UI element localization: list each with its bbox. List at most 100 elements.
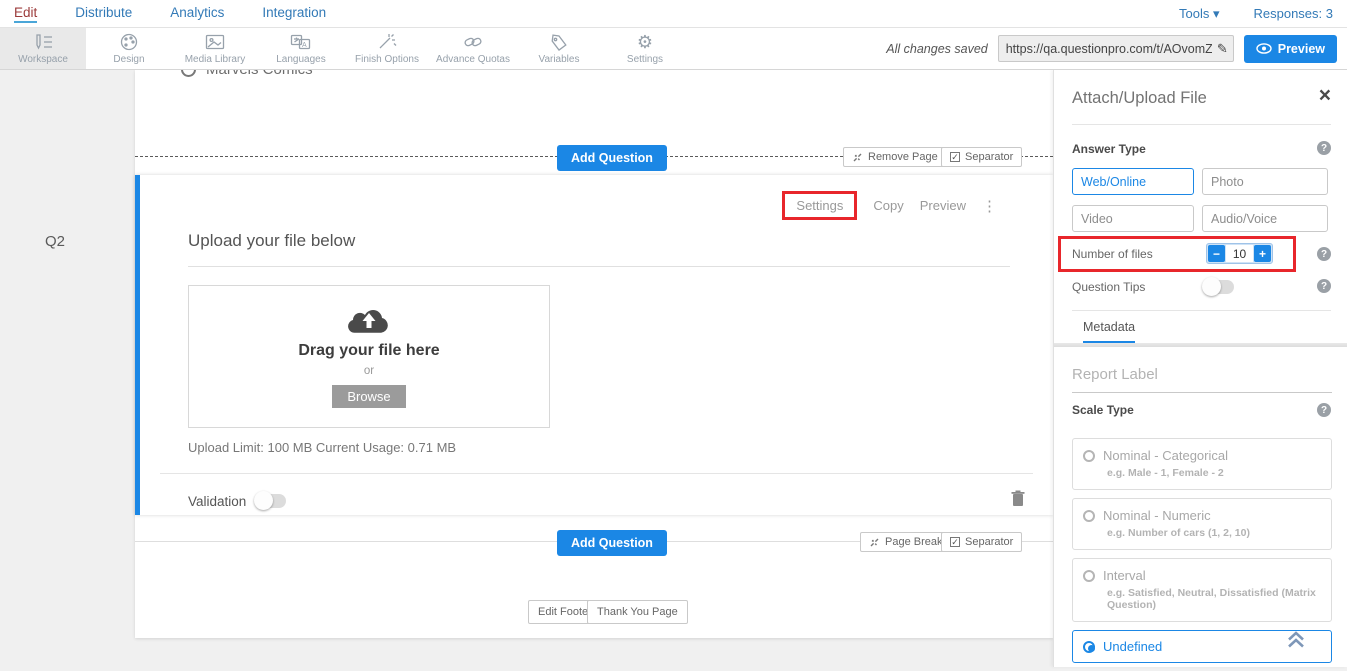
answer-type-video[interactable]: Video — [1072, 205, 1194, 232]
top-nav: Edit Distribute Analytics Integration To… — [0, 0, 1347, 28]
question-settings-button[interactable]: Settings — [782, 191, 857, 220]
magic-wand-icon — [377, 33, 397, 51]
question-tips-help-icon[interactable]: ? — [1317, 279, 1331, 293]
gear-icon: ⚙ — [637, 33, 653, 51]
answer-type-help-icon[interactable]: ? — [1317, 141, 1331, 155]
checkbox-checked-icon: ✓ — [950, 537, 960, 547]
question-block: Settings Copy Preview ⋮ Upload your file… — [135, 175, 1053, 515]
increment-button[interactable]: + — [1254, 245, 1271, 262]
languages-icon: A — [290, 33, 312, 51]
question-settings-panel: Attach/Upload File × Answer Type ? Web/O… — [1053, 70, 1347, 667]
nav-links: Edit Distribute Analytics Integration — [14, 5, 326, 23]
survey-canvas: Marvels Comics Add Question Remove Page … — [135, 70, 1053, 638]
media-library-icon — [205, 33, 225, 51]
radio-icon — [1083, 450, 1095, 462]
design-palette-icon — [119, 33, 139, 51]
scale-option-nominal-categorical[interactable]: Nominal - Categorical e.g. Male - 1, Fem… — [1072, 438, 1332, 490]
question-menu: Settings Copy Preview ⋮ — [782, 191, 997, 220]
validation-toggle[interactable] — [256, 494, 286, 508]
scale-type-help-icon[interactable]: ? — [1317, 403, 1331, 417]
toolbar-label: Workspace — [18, 54, 68, 65]
number-of-files-help-icon[interactable]: ? — [1317, 247, 1331, 261]
number-of-files-label: Number of files — [1072, 247, 1153, 261]
scale-type-label: Scale Type — [1072, 403, 1134, 417]
eye-icon — [1256, 43, 1272, 54]
scale-option-example: e.g. Satisfied, Neutral, Dissatisfied (M… — [1107, 587, 1321, 611]
dropzone-or-label: or — [364, 365, 374, 377]
page-break-button[interactable]: Page Break — [860, 532, 951, 552]
toolbar-label: Languages — [276, 54, 326, 65]
panel-title: Attach/Upload File — [1072, 89, 1207, 108]
cloud-upload-icon — [346, 305, 392, 337]
delete-question-button[interactable] — [1011, 490, 1025, 512]
workspace-icon — [32, 33, 54, 51]
toolbar-label: Advance Quotas — [436, 54, 510, 65]
edit-url-pencil-icon[interactable]: ✎ — [1217, 41, 1228, 57]
left-gutter: Q2 — [0, 70, 135, 667]
number-of-files-value[interactable]: 10 — [1226, 245, 1253, 262]
radio-icon — [1083, 510, 1095, 522]
toolbar-languages[interactable]: A Languages — [258, 28, 344, 69]
dropzone-title: Drag your file here — [298, 342, 439, 360]
question-copy-button[interactable]: Copy — [873, 198, 903, 213]
scale-option-example: e.g. Number of cars (1, 2, 10) — [1107, 527, 1321, 539]
checkbox-checked-icon: ✓ — [950, 152, 960, 162]
file-dropzone[interactable]: Drag your file here or Browse — [188, 285, 550, 428]
toolbar-finish-options[interactable]: Finish Options — [344, 28, 430, 69]
close-panel-icon[interactable]: × — [1319, 85, 1331, 106]
upload-limit-info: Upload Limit: 100 MB Current Usage: 0.71… — [188, 440, 456, 455]
page-break-separator-bottom: Add Question Page Break ✓ Separator — [135, 541, 1053, 542]
toolbar-settings[interactable]: ⚙ Settings — [602, 28, 688, 69]
kebab-menu-icon[interactable]: ⋮ — [982, 197, 997, 215]
edit-toolbar: Workspace Design Media Library A Languag… — [0, 28, 1347, 70]
question-title[interactable]: Upload your file below — [188, 231, 1010, 267]
responses-link[interactable]: Responses: 3 — [1254, 6, 1334, 22]
save-status: All changes saved — [886, 42, 987, 56]
toolbar-workspace[interactable]: Workspace — [0, 28, 86, 69]
thank-you-page-button[interactable]: Thank You Page — [587, 600, 688, 624]
nav-analytics[interactable]: Analytics — [170, 5, 224, 23]
radio-selected-icon — [1083, 641, 1095, 653]
add-question-button-top[interactable]: Add Question — [557, 145, 667, 171]
toolbar-label: Finish Options — [355, 54, 419, 65]
answer-type-options: Web/Online Photo Video Audio/Voice — [1072, 168, 1328, 232]
toolbar-variables[interactable]: Variables — [516, 28, 602, 69]
question-preview-button[interactable]: Preview — [920, 198, 966, 213]
validation-label: Validation — [188, 494, 246, 509]
toolbar-label: Design — [113, 54, 144, 65]
separator-toggle-top[interactable]: ✓ Separator — [941, 147, 1022, 167]
nav-distribute[interactable]: Distribute — [75, 5, 132, 23]
toolbar-design[interactable]: Design — [86, 28, 172, 69]
separator-toggle-bottom[interactable]: ✓ Separator — [941, 532, 1022, 552]
number-of-files-stepper: − 10 + — [1206, 243, 1273, 264]
survey-url-box: ✎ — [998, 35, 1234, 62]
answer-type-label: Answer Type — [1072, 142, 1146, 156]
tab-metadata[interactable]: Metadata — [1083, 320, 1135, 344]
broken-link-icon — [852, 152, 863, 163]
scale-option-nominal-numeric[interactable]: Nominal - Numeric e.g. Number of cars (1… — [1072, 498, 1332, 550]
validation-row: Validation — [160, 473, 1033, 512]
nav-edit[interactable]: Edit — [14, 5, 37, 23]
radio-icon — [1083, 570, 1095, 582]
tools-menu[interactable]: Tools ▾ — [1179, 6, 1220, 22]
answer-type-audio-voice[interactable]: Audio/Voice — [1202, 205, 1328, 232]
trash-icon — [1011, 490, 1025, 507]
add-question-button-bottom[interactable]: Add Question — [557, 530, 667, 556]
scale-option-interval[interactable]: Interval e.g. Satisfied, Neutral, Dissat… — [1072, 558, 1332, 622]
preview-button[interactable]: Preview — [1244, 35, 1337, 63]
toolbar-label: Variables — [539, 54, 580, 65]
chain-link-icon — [463, 33, 483, 51]
question-tips-toggle[interactable] — [1204, 280, 1234, 294]
nav-integration[interactable]: Integration — [262, 5, 326, 23]
answer-type-web-online[interactable]: Web/Online — [1072, 168, 1194, 195]
decrement-button[interactable]: − — [1208, 245, 1225, 262]
collapse-double-chevron-up-icon[interactable] — [1286, 630, 1306, 654]
report-label-input[interactable] — [1072, 366, 1332, 393]
survey-url-input[interactable] — [1006, 42, 1212, 56]
toolbar-advance-quotas[interactable]: Advance Quotas — [430, 28, 516, 69]
tag-icon — [549, 33, 569, 51]
toolbar-media-library[interactable]: Media Library — [172, 28, 258, 69]
answer-type-photo[interactable]: Photo — [1202, 168, 1328, 195]
question-code: Q2 — [45, 233, 65, 250]
browse-button[interactable]: Browse — [332, 385, 405, 408]
